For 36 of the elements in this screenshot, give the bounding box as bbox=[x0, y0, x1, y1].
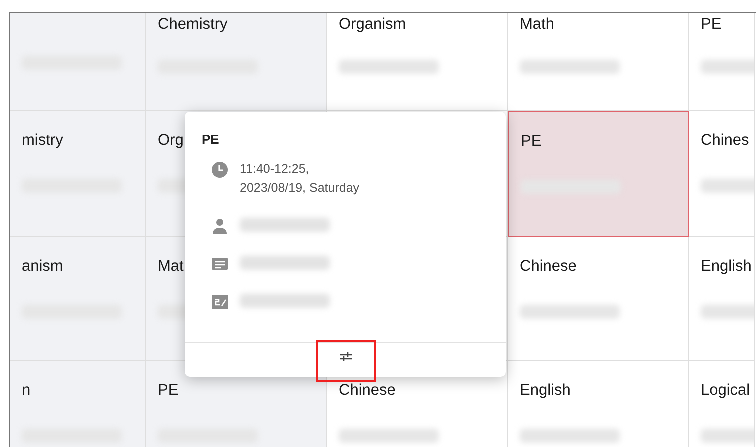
timetable-cell[interactable]: Math bbox=[508, 13, 689, 111]
timetable-cell[interactable]: n bbox=[10, 361, 146, 447]
subject-name: n bbox=[22, 381, 31, 401]
timetable-cell[interactable] bbox=[10, 13, 146, 111]
timetable-cell[interactable]: mistry bbox=[10, 111, 146, 237]
subject-name: anism bbox=[22, 257, 64, 277]
subject-name: Math bbox=[520, 15, 554, 35]
selected-timetable-cell[interactable]: PE bbox=[508, 111, 689, 237]
subject-name: Chemistry bbox=[158, 15, 228, 35]
timetable-cell[interactable]: Chines bbox=[689, 111, 755, 237]
subject-name: mistry bbox=[22, 131, 64, 151]
timetable-cell[interactable]: Organism bbox=[327, 13, 508, 111]
timetable-cell[interactable]: English bbox=[689, 237, 755, 361]
subject-name: PE bbox=[521, 132, 542, 152]
lesson-time: 11:40-12:25, 2023/08/19, Saturday bbox=[240, 160, 360, 197]
popover-title: PE bbox=[201, 131, 220, 149]
subject-name: PE bbox=[701, 15, 722, 35]
timetable-cell[interactable]: anism bbox=[10, 237, 146, 361]
classroom-icon bbox=[212, 294, 228, 310]
clock-icon bbox=[212, 162, 228, 178]
subject-name: Logical bbox=[701, 381, 750, 401]
subject-name: Org bbox=[158, 131, 184, 151]
swap-icon bbox=[338, 351, 352, 363]
subject-name: English bbox=[701, 257, 752, 277]
subject-name: Chines bbox=[701, 131, 750, 151]
subject-name: Organism bbox=[339, 15, 406, 35]
person-icon bbox=[212, 218, 228, 234]
subject-name: English bbox=[520, 381, 571, 401]
subject-name: PE bbox=[158, 381, 179, 401]
timetable-cell[interactable]: Chinese bbox=[508, 237, 689, 361]
timetable-cell[interactable]: Chemistry bbox=[146, 13, 327, 111]
subject-name: Chinese bbox=[339, 381, 396, 401]
message-icon bbox=[212, 256, 228, 272]
subject-name: Mat bbox=[158, 257, 184, 277]
timetable-cell[interactable]: PE bbox=[689, 13, 755, 111]
subject-name: Chinese bbox=[520, 257, 577, 277]
